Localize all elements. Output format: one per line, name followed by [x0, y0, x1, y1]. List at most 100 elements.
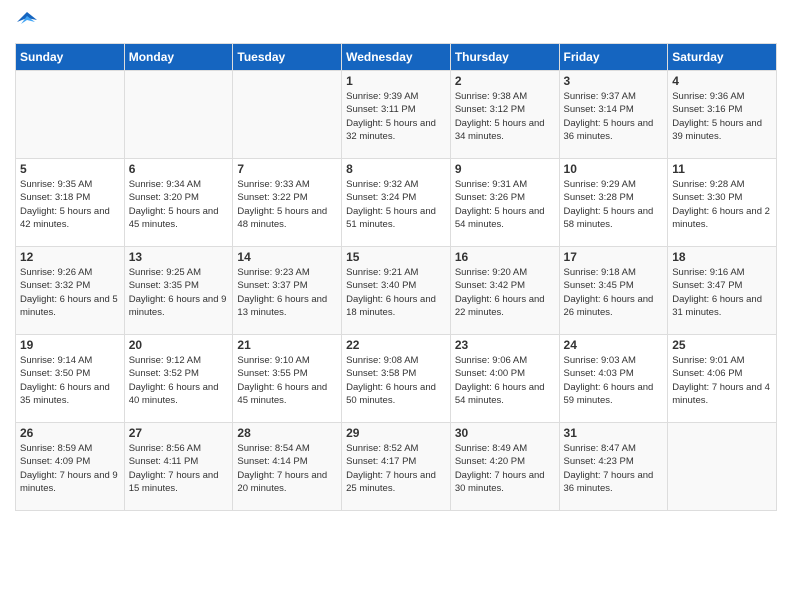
day-info: Sunrise: 9:21 AM Sunset: 3:40 PM Dayligh…	[346, 266, 446, 319]
day-info: Sunrise: 8:52 AM Sunset: 4:17 PM Dayligh…	[346, 442, 446, 495]
weekday-header-saturday: Saturday	[668, 44, 777, 71]
day-number: 21	[237, 338, 337, 352]
day-number: 8	[346, 162, 446, 176]
day-info: Sunrise: 8:56 AM Sunset: 4:11 PM Dayligh…	[129, 442, 229, 495]
day-number: 31	[564, 426, 664, 440]
day-info: Sunrise: 9:18 AM Sunset: 3:45 PM Dayligh…	[564, 266, 664, 319]
day-info: Sunrise: 9:10 AM Sunset: 3:55 PM Dayligh…	[237, 354, 337, 407]
calendar-cell: 5 Sunrise: 9:35 AM Sunset: 3:18 PM Daylig…	[16, 159, 125, 247]
day-number: 6	[129, 162, 229, 176]
day-number: 15	[346, 250, 446, 264]
week-row-2: 12Sunrise: 9:26 AM Sunset: 3:32 PM Dayli…	[16, 247, 777, 335]
day-number: 18	[672, 250, 772, 264]
day-number: 20	[129, 338, 229, 352]
day-number: 4	[672, 74, 772, 88]
calendar-cell: 19Sunrise: 9:14 AM Sunset: 3:50 PM Dayli…	[16, 335, 125, 423]
day-number: 13	[129, 250, 229, 264]
day-info: Sunrise: 9:29 AM Sunset: 3:28 PM Dayligh…	[564, 178, 664, 231]
weekday-header-sunday: Sunday	[16, 44, 125, 71]
weekday-header-thursday: Thursday	[450, 44, 559, 71]
day-number: 2	[455, 74, 555, 88]
calendar-cell: 25Sunrise: 9:01 AM Sunset: 4:06 PM Dayli…	[668, 335, 777, 423]
day-number: 9	[455, 162, 555, 176]
logo-bird-icon	[17, 10, 37, 30]
day-number: 26	[20, 426, 120, 440]
day-info: Sunrise: 9:23 AM Sunset: 3:37 PM Dayligh…	[237, 266, 337, 319]
calendar-cell: 14 Sunrise: 9:23 AM Sunset: 3:37 PM Dayli…	[233, 247, 342, 335]
calendar-cell	[16, 71, 125, 159]
day-info: Sunrise: 9:35 AM Sunset: 3:18 PM Dayligh…	[20, 178, 120, 231]
day-number: 11	[672, 162, 772, 176]
week-row-1: 5 Sunrise: 9:35 AM Sunset: 3:18 PM Daylig…	[16, 159, 777, 247]
calendar-cell: 18 Sunrise: 9:16 AM Sunset: 3:47 PM Dayli…	[668, 247, 777, 335]
day-info: Sunrise: 9:16 AM Sunset: 3:47 PM Dayligh…	[672, 266, 772, 319]
day-info: Sunrise: 9:03 AM Sunset: 4:03 PM Dayligh…	[564, 354, 664, 407]
calendar-cell: 28 Sunrise: 8:54 AM Sunset: 4:14 PM Dayli…	[233, 423, 342, 511]
day-number: 3	[564, 74, 664, 88]
calendar-cell: 16 Sunrise: 9:20 AM Sunset: 3:42 PM Dayli…	[450, 247, 559, 335]
day-number: 29	[346, 426, 446, 440]
day-info: Sunrise: 9:34 AM Sunset: 3:20 PM Dayligh…	[129, 178, 229, 231]
calendar-cell	[233, 71, 342, 159]
weekday-header-friday: Friday	[559, 44, 668, 71]
day-info: Sunrise: 9:14 AM Sunset: 3:50 PM Dayligh…	[20, 354, 120, 407]
calendar-cell: 20Sunrise: 9:12 AM Sunset: 3:52 PM Dayli…	[124, 335, 233, 423]
day-number: 14	[237, 250, 337, 264]
day-number: 22	[346, 338, 446, 352]
calendar-cell: 29 Sunrise: 8:52 AM Sunset: 4:17 PM Dayli…	[342, 423, 451, 511]
calendar-cell: 24 Sunrise: 9:03 AM Sunset: 4:03 PM Dayli…	[559, 335, 668, 423]
day-info: Sunrise: 9:32 AM Sunset: 3:24 PM Dayligh…	[346, 178, 446, 231]
weekday-header-tuesday: Tuesday	[233, 44, 342, 71]
day-info: Sunrise: 9:31 AM Sunset: 3:26 PM Dayligh…	[455, 178, 555, 231]
day-info: Sunrise: 9:36 AM Sunset: 3:16 PM Dayligh…	[672, 90, 772, 143]
weekday-header-monday: Monday	[124, 44, 233, 71]
page: SundayMondayTuesdayWednesdayThursdayFrid…	[0, 0, 792, 612]
calendar-cell: 13 Sunrise: 9:25 AM Sunset: 3:35 PM Dayli…	[124, 247, 233, 335]
calendar-cell: 12Sunrise: 9:26 AM Sunset: 3:32 PM Dayli…	[16, 247, 125, 335]
day-info: Sunrise: 8:54 AM Sunset: 4:14 PM Dayligh…	[237, 442, 337, 495]
calendar-cell: 23Sunrise: 9:06 AM Sunset: 4:00 PM Dayli…	[450, 335, 559, 423]
calendar-cell: 26Sunrise: 8:59 AM Sunset: 4:09 PM Dayli…	[16, 423, 125, 511]
calendar-cell: 30 Sunrise: 8:49 AM Sunset: 4:20 PM Dayli…	[450, 423, 559, 511]
day-number: 24	[564, 338, 664, 352]
calendar-cell: 6 Sunrise: 9:34 AM Sunset: 3:20 PM Daylig…	[124, 159, 233, 247]
calendar-cell: 27 Sunrise: 8:56 AM Sunset: 4:11 PM Dayli…	[124, 423, 233, 511]
day-info: Sunrise: 8:47 AM Sunset: 4:23 PM Dayligh…	[564, 442, 664, 495]
weekday-header-row: SundayMondayTuesdayWednesdayThursdayFrid…	[16, 44, 777, 71]
logo	[15, 10, 37, 35]
day-number: 5	[20, 162, 120, 176]
calendar-cell	[124, 71, 233, 159]
calendar-cell: 1Sunrise: 9:39 AM Sunset: 3:11 PM Daylig…	[342, 71, 451, 159]
day-info: Sunrise: 9:20 AM Sunset: 3:42 PM Dayligh…	[455, 266, 555, 319]
calendar-cell: 15 Sunrise: 9:21 AM Sunset: 3:40 PM Dayli…	[342, 247, 451, 335]
calendar-cell: 9 Sunrise: 9:31 AM Sunset: 3:26 PM Daylig…	[450, 159, 559, 247]
day-number: 28	[237, 426, 337, 440]
day-number: 30	[455, 426, 555, 440]
calendar-cell: 10 Sunrise: 9:29 AM Sunset: 3:28 PM Dayli…	[559, 159, 668, 247]
calendar-cell: 17 Sunrise: 9:18 AM Sunset: 3:45 PM Dayli…	[559, 247, 668, 335]
day-number: 7	[237, 162, 337, 176]
calendar-cell: 11Sunrise: 9:28 AM Sunset: 3:30 PM Dayli…	[668, 159, 777, 247]
day-info: Sunrise: 9:37 AM Sunset: 3:14 PM Dayligh…	[564, 90, 664, 143]
day-number: 10	[564, 162, 664, 176]
calendar-cell: 3 Sunrise: 9:37 AM Sunset: 3:14 PM Daylig…	[559, 71, 668, 159]
week-row-4: 26Sunrise: 8:59 AM Sunset: 4:09 PM Dayli…	[16, 423, 777, 511]
day-info: Sunrise: 9:25 AM Sunset: 3:35 PM Dayligh…	[129, 266, 229, 319]
day-number: 1	[346, 74, 446, 88]
day-number: 16	[455, 250, 555, 264]
calendar-cell: 21 Sunrise: 9:10 AM Sunset: 3:55 PM Dayli…	[233, 335, 342, 423]
day-info: Sunrise: 9:26 AM Sunset: 3:32 PM Dayligh…	[20, 266, 120, 319]
calendar-cell: 22Sunrise: 9:08 AM Sunset: 3:58 PM Dayli…	[342, 335, 451, 423]
calendar-cell: 8 Sunrise: 9:32 AM Sunset: 3:24 PM Daylig…	[342, 159, 451, 247]
day-info: Sunrise: 9:38 AM Sunset: 3:12 PM Dayligh…	[455, 90, 555, 143]
calendar-cell: 31 Sunrise: 8:47 AM Sunset: 4:23 PM Dayli…	[559, 423, 668, 511]
calendar-cell	[668, 423, 777, 511]
day-info: Sunrise: 9:33 AM Sunset: 3:22 PM Dayligh…	[237, 178, 337, 231]
week-row-0: 1Sunrise: 9:39 AM Sunset: 3:11 PM Daylig…	[16, 71, 777, 159]
calendar-cell: 7 Sunrise: 9:33 AM Sunset: 3:22 PM Daylig…	[233, 159, 342, 247]
weekday-header-wednesday: Wednesday	[342, 44, 451, 71]
day-number: 17	[564, 250, 664, 264]
day-number: 27	[129, 426, 229, 440]
day-info: Sunrise: 8:49 AM Sunset: 4:20 PM Dayligh…	[455, 442, 555, 495]
calendar-cell: 4 Sunrise: 9:36 AM Sunset: 3:16 PM Daylig…	[668, 71, 777, 159]
